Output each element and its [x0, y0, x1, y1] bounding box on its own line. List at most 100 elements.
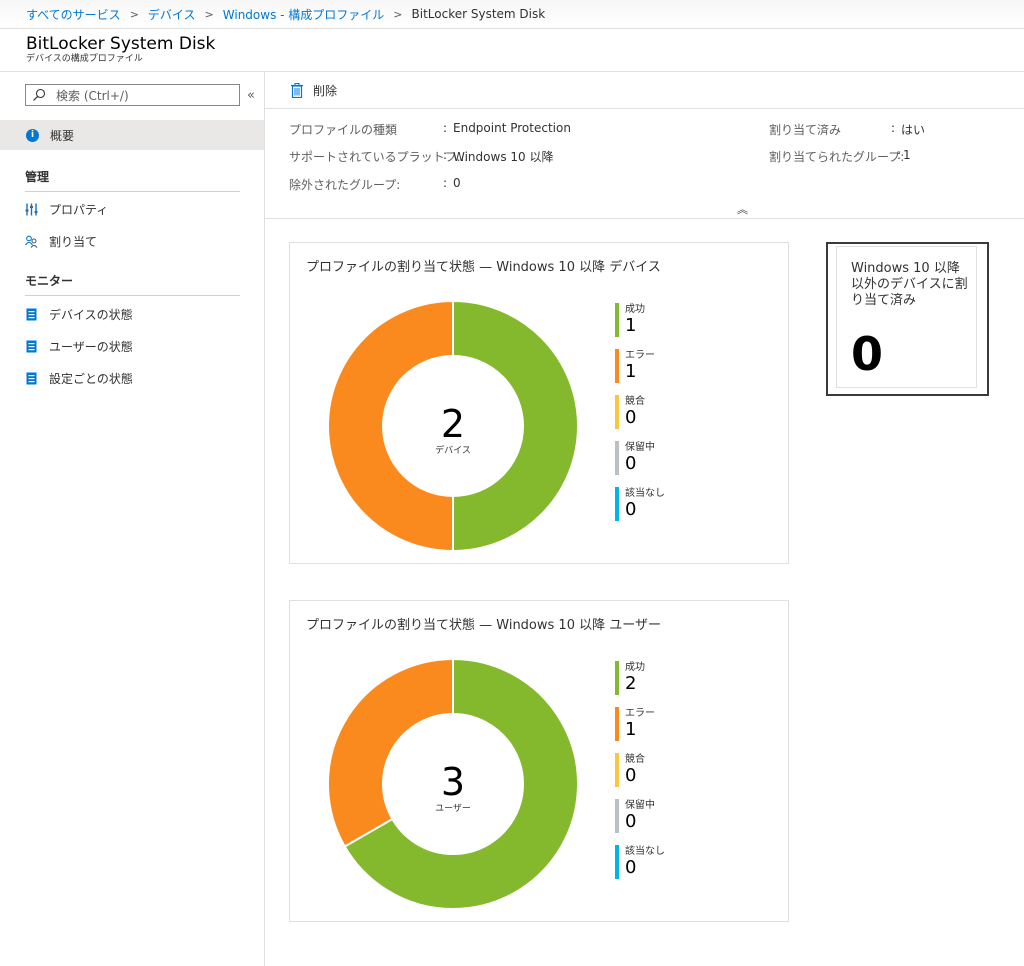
sidebar-item-per-setting-status[interactable]: 設定ごとの状態: [25, 370, 133, 387]
section-heading-manage: 管理: [25, 168, 240, 192]
sidebar-item-properties[interactable]: プロパティ: [25, 201, 108, 218]
sidebar: 検索 (Ctrl+/) « i 概要 管理 プロパティ 割り当て モニター デバ…: [0, 72, 265, 966]
delete-label: 削除: [313, 83, 338, 98]
people-icon: [25, 235, 38, 248]
essentials-label: プロファイルの種類: [289, 123, 398, 137]
legend-value: 0: [625, 499, 637, 520]
essentials-separator: :: [443, 121, 448, 135]
sidebar-item-label: ユーザーの状態: [49, 340, 133, 354]
essentials-label: 割り当て済み: [769, 123, 842, 137]
essentials-separator: :: [443, 176, 448, 190]
collapse-sidebar-button[interactable]: «: [247, 88, 255, 103]
legend-item-success[interactable]: 成功 2: [615, 661, 645, 697]
legend-color-bar: [615, 661, 619, 695]
legend-item-error[interactable]: エラー 1: [615, 349, 655, 385]
chart-unit: ユーザー: [435, 804, 471, 814]
non-windows-devices-tile[interactable]: Windows 10 以降以外のデバイスに割り当て済み 0: [826, 242, 989, 396]
properties-icon: [25, 203, 38, 216]
essentials-separator: :: [443, 148, 448, 162]
chart-total: 2: [440, 402, 466, 446]
chart-total: 3: [440, 760, 466, 804]
essentials-value: Windows 10 以降: [453, 150, 554, 164]
essentials-value: はい: [901, 123, 926, 137]
sidebar-item-device-status[interactable]: デバイスの状態: [25, 306, 133, 323]
page-title: BitLocker System Disk: [26, 34, 216, 54]
essentials-label: 除外されたグループ:: [289, 178, 401, 192]
legend-value: 2: [625, 673, 637, 694]
legend-value: 0: [625, 765, 637, 786]
essentials-label: 割り当てられたグループ:: [769, 150, 905, 164]
legend-item-pending[interactable]: 保留中 0: [615, 799, 655, 835]
chart-unit: デバイス: [435, 446, 471, 456]
legend-value: 1: [625, 719, 637, 740]
chart-title: プロファイルの割り当て状態 — Windows 10 以降 デバイス: [306, 260, 661, 275]
slice-error[interactable]: [328, 659, 454, 848]
legend-item-success[interactable]: 成功 1: [615, 303, 645, 339]
sidebar-item-label: デバイスの状態: [49, 308, 133, 322]
legend-value: 1: [625, 315, 637, 336]
legend-value: 0: [625, 407, 637, 428]
status-icon: [25, 308, 38, 321]
chart-title: プロファイルの割り当て状態 — Windows 10 以降 ユーザー: [306, 618, 661, 633]
chevron-right-icon: >: [204, 7, 214, 21]
device-status-chart[interactable]: プロファイルの割り当て状態 — Windows 10 以降 デバイス 2 デバイ…: [289, 242, 789, 564]
essentials-panel: プロファイルの種類 : Endpoint Protection サポートされてい…: [265, 109, 1024, 219]
legend-item-not-applicable[interactable]: 該当なし 0: [615, 487, 665, 523]
legend-color-bar: [615, 799, 619, 833]
sidebar-item-assignments[interactable]: 割り当て: [25, 233, 97, 250]
essentials-separator: :: [897, 148, 902, 162]
info-icon: i: [26, 128, 39, 142]
legend-color-bar: [615, 707, 619, 741]
page-subtitle: デバイスの構成プロファイル: [26, 54, 143, 64]
legend-value: 0: [625, 453, 637, 474]
chevron-right-icon: >: [129, 7, 139, 21]
legend-item-pending[interactable]: 保留中 0: [615, 441, 655, 477]
legend-color-bar: [615, 303, 619, 337]
essentials-label: サポートされているプラットフ...: [289, 150, 469, 164]
sidebar-item-label: 設定ごとの状態: [49, 372, 133, 386]
chevron-right-icon: >: [393, 7, 403, 21]
legend-value: 1: [625, 361, 637, 382]
status-icon: [25, 372, 38, 385]
essentials-value: Endpoint Protection: [453, 121, 571, 135]
breadcrumb-configuration-profiles[interactable]: Windows - 構成プロファイル: [223, 6, 385, 23]
page-header: BitLocker System Disk デバイスの構成プロファイル: [0, 28, 1024, 72]
search-input[interactable]: 検索 (Ctrl+/): [25, 84, 240, 106]
legend-item-error[interactable]: エラー 1: [615, 707, 655, 743]
breadcrumb: すべてのサービス > デバイス > Windows - 構成プロファイル > B…: [0, 0, 1024, 28]
breadcrumb-all-services[interactable]: すべてのサービス: [26, 6, 121, 23]
tile-value: 0: [851, 327, 884, 381]
sidebar-item-user-status[interactable]: ユーザーの状態: [25, 338, 133, 355]
essentials-value: 0: [453, 176, 461, 190]
tile-body: Windows 10 以降以外のデバイスに割り当て済み 0: [836, 246, 977, 388]
breadcrumb-devices[interactable]: デバイス: [148, 6, 196, 23]
breadcrumb-current: BitLocker System Disk: [411, 7, 546, 21]
sidebar-item-label: プロパティ: [49, 203, 109, 217]
legend-value: 0: [625, 857, 637, 878]
legend-item-conflict[interactable]: 競合 0: [615, 753, 645, 789]
status-icon: [25, 340, 38, 353]
legend-color-bar: [615, 441, 619, 475]
tile-label: Windows 10 以降以外のデバイスに割り当て済み: [851, 261, 968, 308]
trash-icon: [291, 82, 303, 98]
collapse-essentials-button[interactable]: ︽: [737, 201, 748, 217]
sidebar-item-overview[interactable]: i 概要: [0, 120, 264, 150]
legend-value: 0: [625, 811, 637, 832]
search-icon: [32, 88, 46, 102]
sidebar-item-label: 概要: [50, 128, 75, 143]
legend-color-bar: [615, 845, 619, 879]
essentials-separator: :: [891, 121, 896, 135]
user-status-chart[interactable]: プロファイルの割り当て状態 — Windows 10 以降 ユーザー 3 ユーザ…: [289, 600, 789, 922]
command-bar: 削除: [265, 72, 1024, 109]
legend-color-bar: [615, 753, 619, 787]
legend-color-bar: [615, 487, 619, 521]
essentials-value: 1: [903, 148, 911, 162]
legend-item-conflict[interactable]: 競合 0: [615, 395, 645, 431]
search-placeholder: 検索 (Ctrl+/): [56, 88, 129, 103]
section-heading-monitor: モニター: [25, 272, 240, 296]
sidebar-item-label: 割り当て: [49, 235, 98, 249]
legend-color-bar: [615, 349, 619, 383]
delete-button[interactable]: 削除: [291, 82, 337, 99]
legend-item-not-applicable[interactable]: 該当なし 0: [615, 845, 665, 881]
legend-color-bar: [615, 395, 619, 429]
